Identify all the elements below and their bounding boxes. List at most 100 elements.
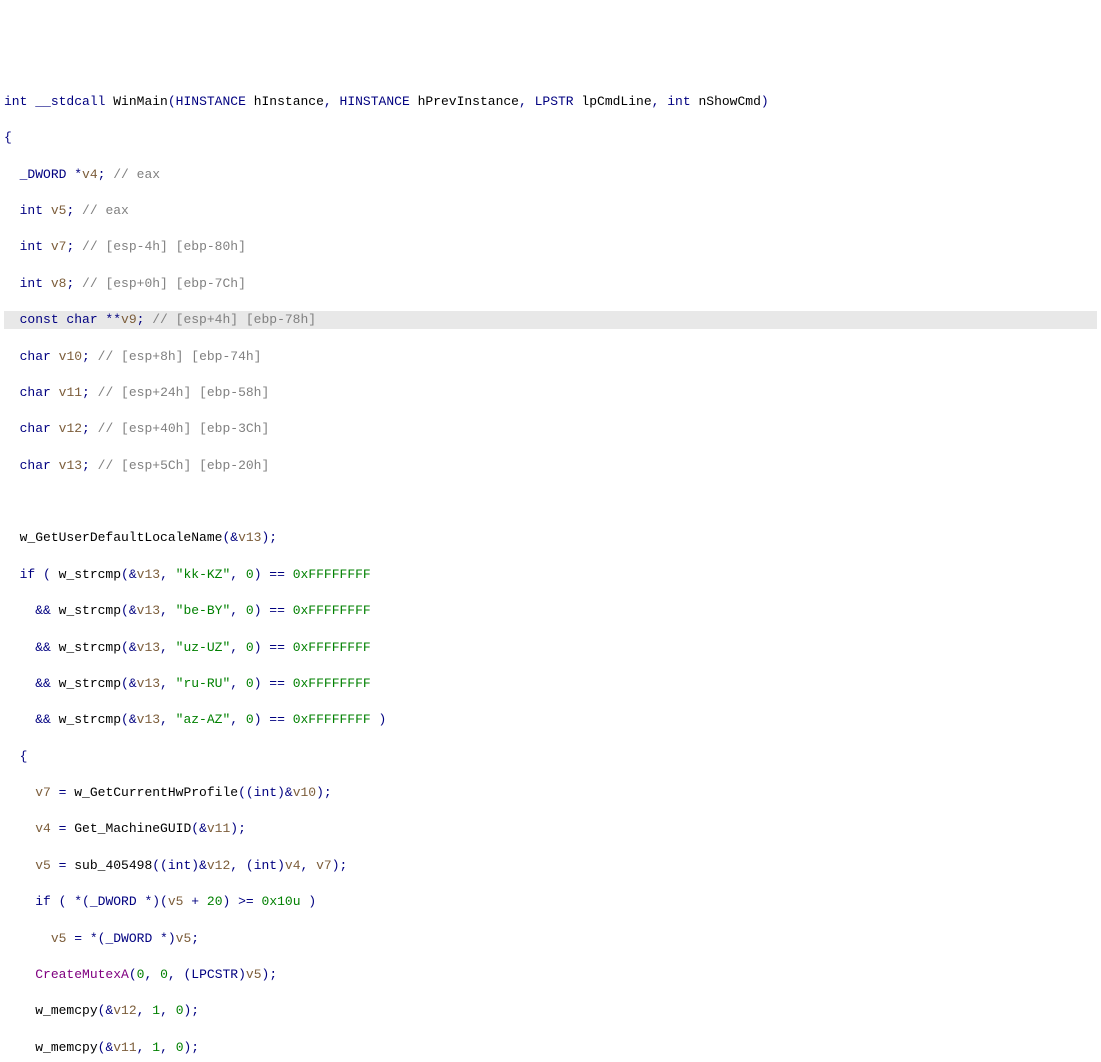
param-name: lpCmdLine (581, 94, 651, 109)
var-ref: v13 (137, 640, 160, 655)
decl-line: int v5; // eax (4, 202, 1097, 220)
var-ref: v13 (137, 567, 160, 582)
number: 0 (246, 567, 254, 582)
decompiler-view[interactable]: int __stdcall WinMain(HINSTANCE hInstanc… (4, 75, 1097, 1062)
number: 0xFFFFFFFF (293, 640, 371, 655)
decl-line: char v10; // [esp+8h] [ebp-74h] (4, 348, 1097, 366)
var-ref: v13 (137, 676, 160, 691)
decl-comment: // [esp+0h] [ebp-7Ch] (82, 276, 246, 291)
stmt: && w_strcmp(&v13, "az-AZ", 0) == 0xFFFFF… (4, 711, 1097, 729)
param-type: int (667, 94, 690, 109)
number: 0 (137, 967, 145, 982)
decl-type: char (20, 421, 51, 436)
param-type: HINSTANCE (176, 94, 246, 109)
decl-line: char v12; // [esp+40h] [ebp-3Ch] (4, 420, 1097, 438)
api-call: CreateMutexA (35, 967, 129, 982)
decl-comment: // [esp+8h] [ebp-74h] (98, 349, 262, 364)
stmt: && w_strcmp(&v13, "ru-RU", 0) == 0xFFFFF… (4, 675, 1097, 693)
call: w_strcmp (59, 676, 121, 691)
decl-type: char (20, 458, 51, 473)
var-ref: v10 (293, 785, 316, 800)
var-ref: v13 (137, 603, 160, 618)
var-ref: v4 (285, 858, 301, 873)
var-ref: v5 (51, 931, 67, 946)
param-name: hPrevInstance (418, 94, 519, 109)
cast: _DWORD (90, 894, 137, 909)
number: 0x10u (262, 894, 301, 909)
number: 0 (160, 967, 168, 982)
function-name: WinMain (113, 94, 168, 109)
keyword-if: if (35, 894, 51, 909)
cast: LPCSTR (191, 967, 238, 982)
var-ref: v7 (316, 858, 332, 873)
decl-type: char (20, 349, 51, 364)
var-ref: v5 (176, 931, 192, 946)
function-signature: int __stdcall WinMain(HINSTANCE hInstanc… (4, 93, 1097, 111)
stmt: w_memcpy(&v12, 1, 0); (4, 1002, 1097, 1020)
decl-comment: // eax (82, 203, 129, 218)
stmt: CreateMutexA(0, 0, (LPCSTR)v5); (4, 966, 1097, 984)
var-ref: v5 (246, 967, 262, 982)
decl-type: int (20, 239, 43, 254)
number: 1 (152, 1003, 160, 1018)
call: w_strcmp (59, 603, 121, 618)
var-ref: v5 (35, 858, 51, 873)
decl-name: v5 (51, 203, 67, 218)
decl-comment: // [esp+4h] [ebp-78h] (152, 312, 316, 327)
stmt: v5 = sub_405498((int)&v12, (int)v4, v7); (4, 857, 1097, 875)
number: 20 (207, 894, 223, 909)
decl-line: _DWORD *v4; // eax (4, 166, 1097, 184)
call: Get_MachineGUID (74, 821, 191, 836)
stmt: && w_strcmp(&v13, "be-BY", 0) == 0xFFFFF… (4, 602, 1097, 620)
cast: int (254, 785, 277, 800)
decl-type: int (20, 203, 43, 218)
call: w_memcpy (35, 1040, 97, 1055)
string-literal: "kk-KZ" (176, 567, 231, 582)
blank-line (4, 493, 1097, 511)
brace-open: { (4, 129, 1097, 147)
decl-name: v10 (59, 349, 82, 364)
number: 0 (246, 640, 254, 655)
cast: int (168, 858, 191, 873)
number: 0 (246, 676, 254, 691)
decl-line: char v11; // [esp+24h] [ebp-58h] (4, 384, 1097, 402)
string-literal: "uz-UZ" (176, 640, 231, 655)
number: 0 (246, 603, 254, 618)
cast: int (254, 858, 277, 873)
decl-name: v13 (59, 458, 82, 473)
call: w_strcmp (59, 640, 121, 655)
number: 1 (152, 1040, 160, 1055)
var-ref: v5 (168, 894, 184, 909)
var-ref: v13 (137, 712, 160, 727)
var-ref: v11 (113, 1040, 136, 1055)
decl-comment: // eax (113, 167, 160, 182)
string-literal: "az-AZ" (176, 712, 231, 727)
decl-type: int (20, 276, 43, 291)
decl-comment: // [esp+5Ch] [ebp-20h] (98, 458, 270, 473)
number: 0xFFFFFFFF (293, 567, 371, 582)
decl-line: int v8; // [esp+0h] [ebp-7Ch] (4, 275, 1097, 293)
decl-line-highlighted[interactable]: const char **v9; // [esp+4h] [ebp-78h] (4, 311, 1097, 329)
call: sub_405498 (74, 858, 152, 873)
decl-comment: // [esp-4h] [ebp-80h] (82, 239, 246, 254)
number: 0 (176, 1040, 184, 1055)
stmt: if ( *(_DWORD *)(v5 + 20) >= 0x10u ) (4, 893, 1097, 911)
decl-line: char v13; // [esp+5Ch] [ebp-20h] (4, 457, 1097, 475)
brace-open: { (4, 748, 1097, 766)
call: w_GetCurrentHwProfile (74, 785, 238, 800)
var-ref: v12 (207, 858, 230, 873)
param-name: nShowCmd (698, 94, 760, 109)
decl-type: char (20, 385, 51, 400)
stmt: v4 = Get_MachineGUID(&v11); (4, 820, 1097, 838)
cast: _DWORD (105, 931, 152, 946)
var-ref: v7 (35, 785, 51, 800)
decl-name: v12 (59, 421, 82, 436)
call: w_GetUserDefaultLocaleName (20, 530, 223, 545)
decl-name: v4 (82, 167, 98, 182)
number: 0xFFFFFFFF (293, 603, 371, 618)
stmt: w_GetUserDefaultLocaleName(&v13); (4, 529, 1097, 547)
number: 0xFFFFFFFF (293, 712, 371, 727)
decl-name: v7 (51, 239, 67, 254)
stmt: v7 = w_GetCurrentHwProfile((int)&v10); (4, 784, 1097, 802)
call: w_memcpy (35, 1003, 97, 1018)
